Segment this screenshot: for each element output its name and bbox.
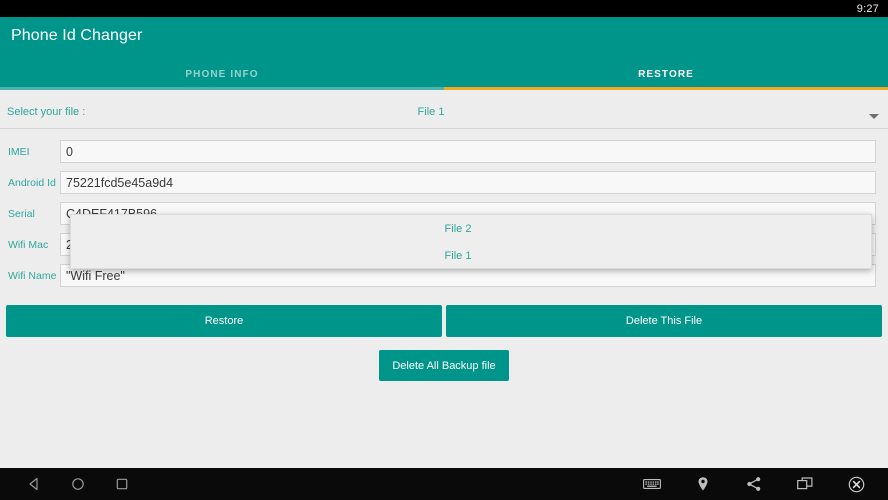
dropdown-item-file-2-label: File 2 xyxy=(444,222,472,235)
tab-bar: PHONE INFO RESTORE xyxy=(0,58,888,90)
nav-bar-right-group xyxy=(642,474,888,494)
field-row-imei: IMEI 0 xyxy=(0,136,888,167)
tab-restore[interactable]: RESTORE xyxy=(444,58,888,90)
field-label-wifi-name: Wifi Name xyxy=(8,269,57,282)
status-clock: 9:27 xyxy=(856,2,879,15)
back-icon[interactable] xyxy=(24,474,44,494)
spinner-underline xyxy=(0,128,888,129)
recents-icon[interactable] xyxy=(112,474,132,494)
resize-window-icon[interactable] xyxy=(795,474,815,494)
tab-phone-info[interactable]: PHONE INFO xyxy=(0,58,444,90)
field-row-android-id: Android Id 75221fcd5e45a9d4 xyxy=(0,167,888,198)
chevron-down-icon[interactable] xyxy=(869,114,879,119)
home-icon[interactable] xyxy=(68,474,88,494)
primary-button-row: Restore Delete This File xyxy=(0,305,888,337)
close-circle-icon[interactable] xyxy=(846,474,866,494)
share-icon[interactable] xyxy=(744,474,764,494)
field-label-wifi-mac: Wifi Mac xyxy=(8,238,49,251)
field-label-imei: IMEI xyxy=(8,145,30,158)
field-input-imei[interactable]: 0 xyxy=(60,140,876,163)
field-label-android-id: Android Id xyxy=(8,176,56,189)
dropdown-item-file-1-label: File 1 xyxy=(444,249,472,262)
file-spinner-dropdown[interactable]: File 2 File 1 xyxy=(70,214,872,269)
dropdown-item-file-2[interactable]: File 2 xyxy=(71,215,871,242)
field-input-android-id[interactable]: 75221fcd5e45a9d4 xyxy=(60,171,876,194)
restore-button[interactable]: Restore xyxy=(6,305,442,337)
file-spinner-row[interactable]: Select your file : File 1 xyxy=(0,101,888,129)
file-spinner-selected[interactable]: File 1 xyxy=(0,106,888,118)
app-bar: Phone Id Changer xyxy=(0,17,888,58)
location-pin-icon[interactable] xyxy=(693,474,713,494)
tab-phone-info-label: PHONE INFO xyxy=(185,68,259,80)
field-label-serial: Serial xyxy=(8,207,35,220)
android-screen: 9:27 Phone Id Changer PHONE INFO RESTORE… xyxy=(0,0,888,500)
app-title: Phone Id Changer xyxy=(11,27,143,44)
delete-all-backup-button[interactable]: Delete All Backup file xyxy=(379,350,509,381)
file-spinner-selected-label: File 1 xyxy=(417,106,445,118)
tab-restore-label: RESTORE xyxy=(638,68,694,80)
status-bar: 9:27 xyxy=(0,0,888,17)
nav-bar-left-group xyxy=(0,474,132,494)
content-area: Select your file : File 1 IMEI 0 Android… xyxy=(0,90,888,468)
secondary-button-row: Delete All Backup file xyxy=(0,350,888,381)
delete-this-file-button[interactable]: Delete This File xyxy=(446,305,882,337)
keyboard-icon[interactable] xyxy=(642,474,662,494)
system-nav-bar xyxy=(0,468,888,500)
dropdown-item-file-1[interactable]: File 1 xyxy=(71,242,871,269)
